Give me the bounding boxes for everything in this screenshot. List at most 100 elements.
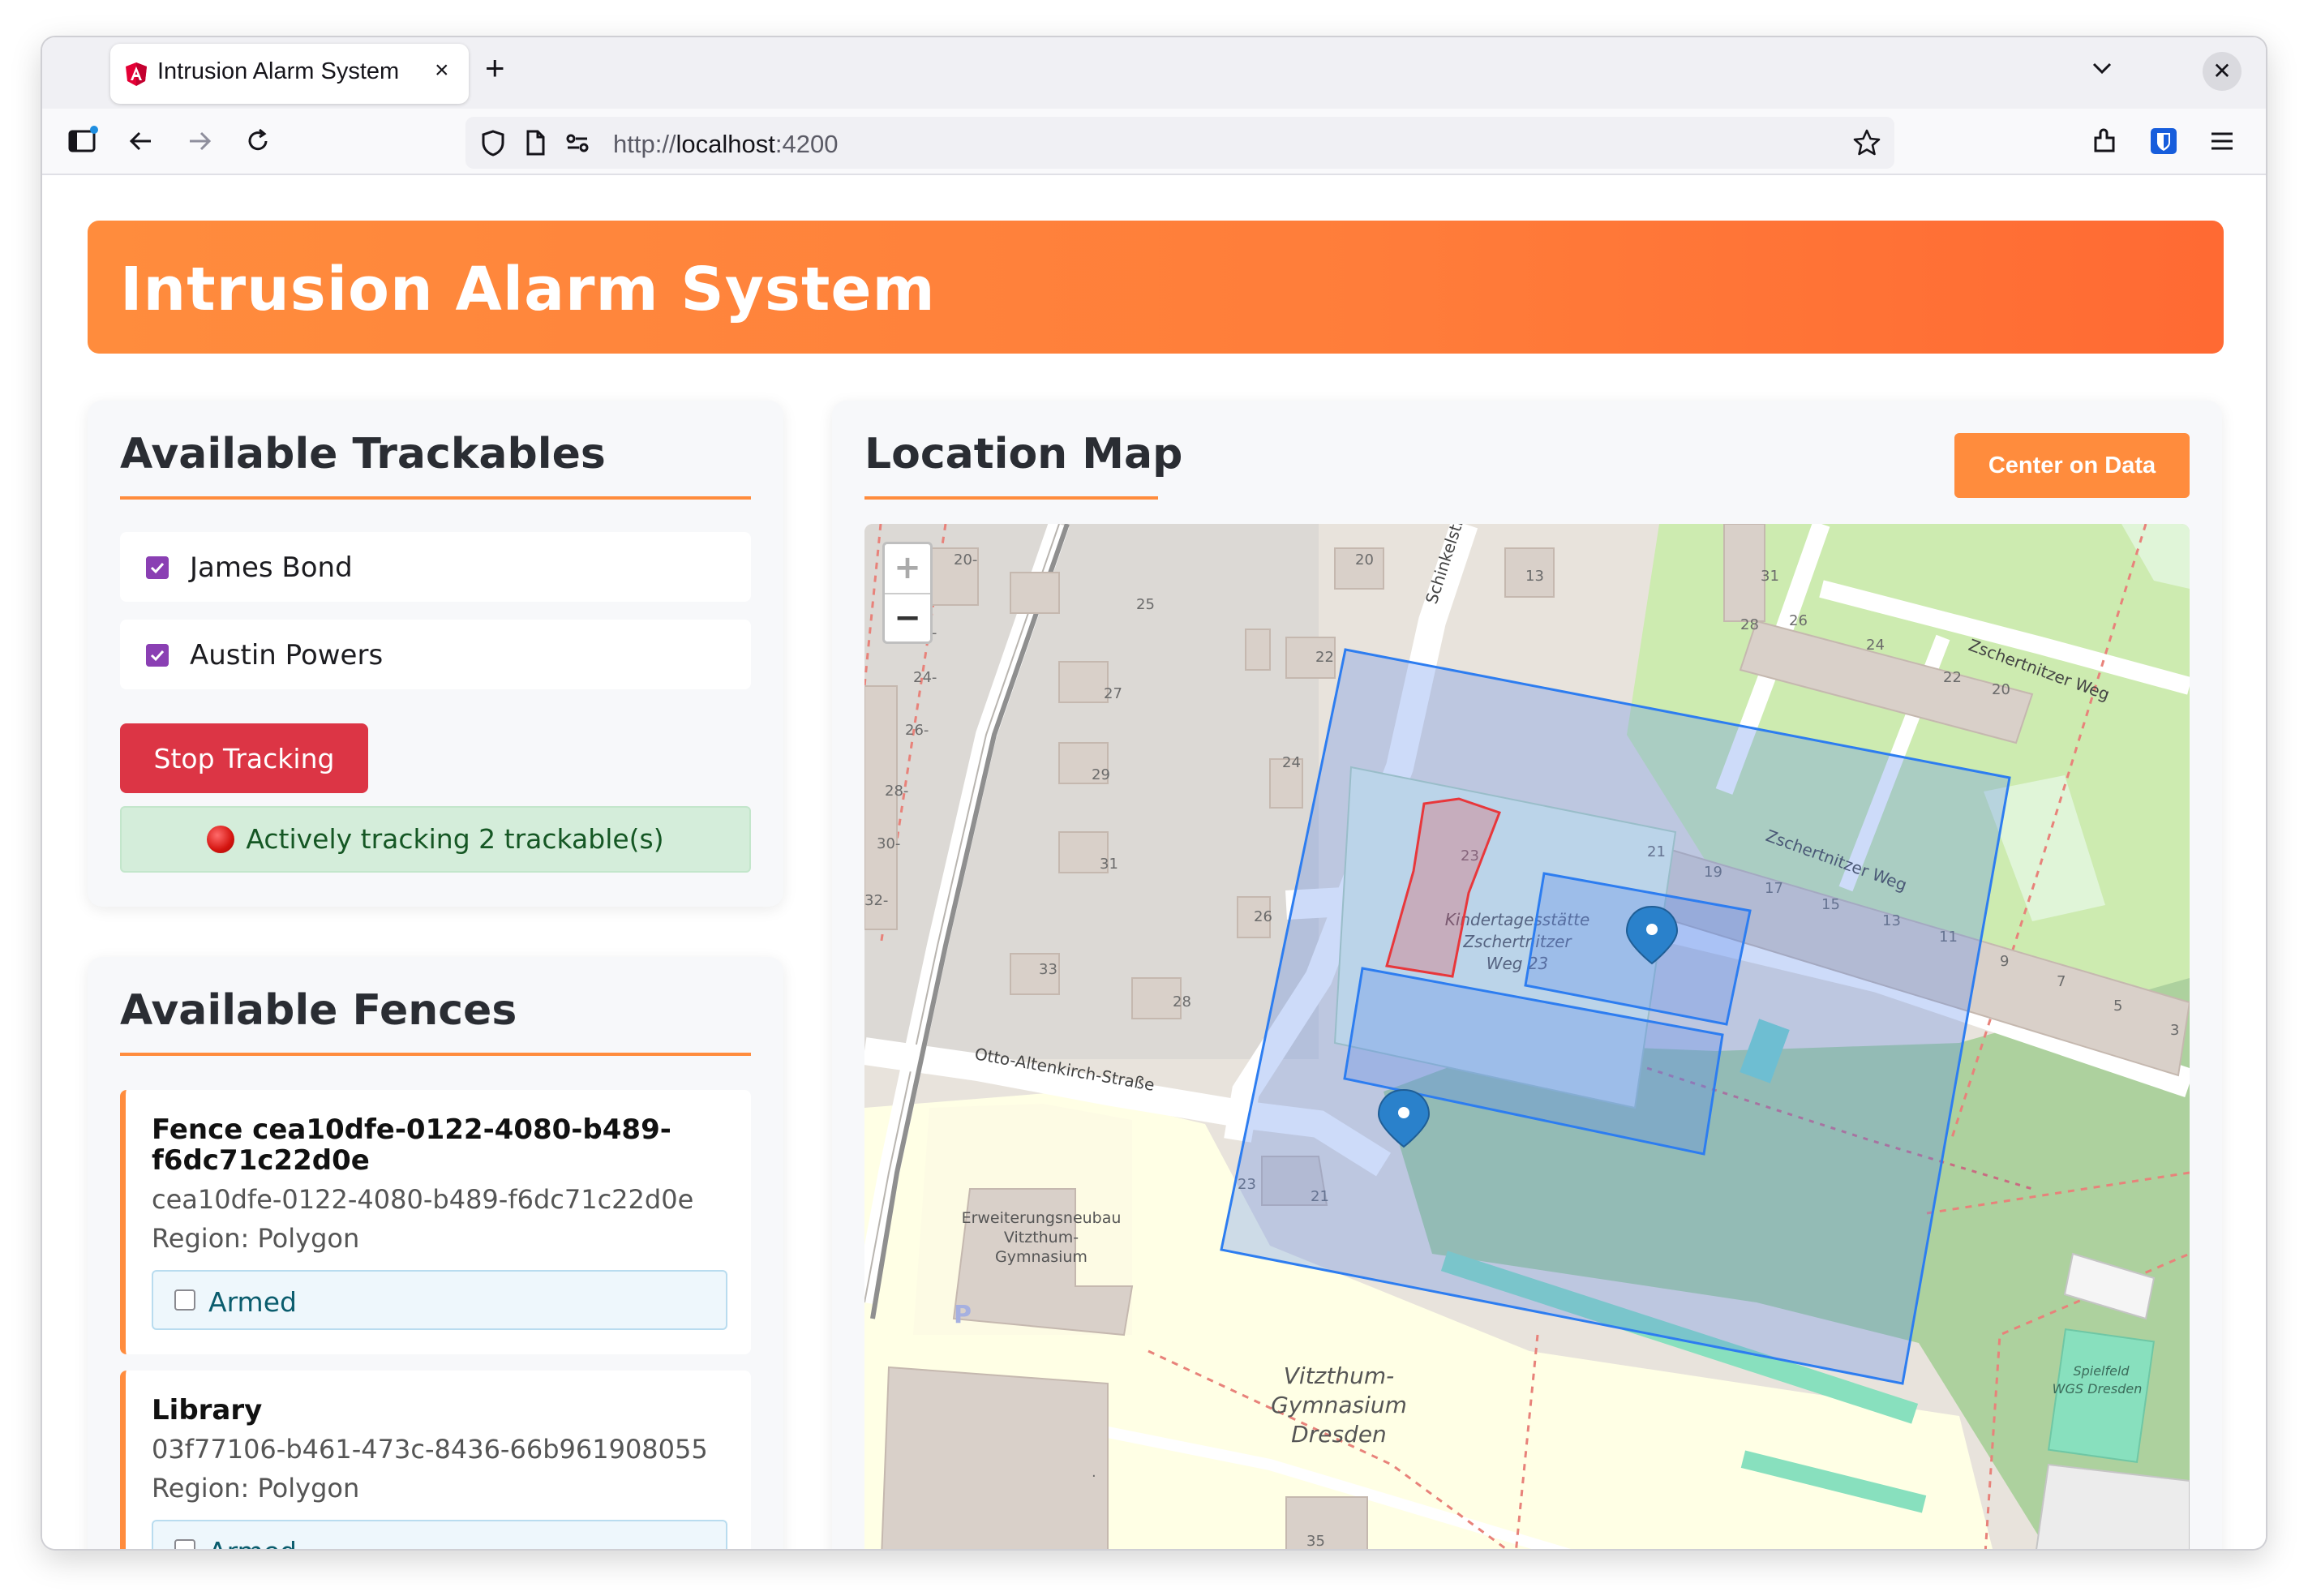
svg-text:33: 33 — [1039, 961, 1057, 978]
fence-id: cea10dfe-0122-4080-b489-f6dc71c22d0e — [152, 1184, 694, 1215]
zoom-control: + − — [882, 542, 933, 644]
map-tiles[interactable]: 20-22-24- 26-28-30- 32-2527 293133 28262… — [864, 524, 2190, 1549]
svg-text:31: 31 — [1100, 856, 1118, 873]
annex-label-1: Erweiterungsneubau — [962, 1209, 1122, 1227]
armed-label: Armed — [208, 1286, 297, 1318]
trackables-title: Available Trackables — [120, 430, 606, 478]
page-icon — [526, 130, 545, 156]
location-map[interactable]: 20-22-24- 26-28-30- 32-2527 293133 28262… — [864, 524, 2190, 1549]
svg-text:26-: 26- — [905, 722, 929, 739]
field-label-2: WGS Dresden — [2053, 1381, 2143, 1396]
svg-text:·: · — [1092, 1468, 1096, 1485]
fence-region: Region: Polygon — [152, 1473, 360, 1504]
svg-text:20-: 20- — [954, 551, 977, 568]
navigation-bar: http://localhost:4200 — [42, 109, 2266, 175]
map-card: Location Map Center on Data 20- 24- 26- … — [832, 401, 2222, 1549]
fences-card: Available Fences Fence cea10dfe-0122-408… — [88, 957, 783, 1549]
checkbox-checked[interactable] — [146, 556, 169, 579]
trackable-item[interactable]: Austin Powers — [120, 620, 751, 689]
svg-text:7: 7 — [2057, 973, 2066, 990]
browser-window: Intrusion Alarm System × + ✕ http://loca… — [42, 37, 2266, 1549]
trackable-item[interactable]: James Bond — [120, 532, 751, 602]
back-icon[interactable] — [123, 123, 159, 159]
svg-text:28: 28 — [1740, 616, 1759, 633]
svg-text:27: 27 — [1104, 685, 1122, 702]
svg-text:25: 25 — [1136, 596, 1155, 613]
school-label-2: Gymnasium — [1271, 1392, 1407, 1418]
trackables-card: Available Trackables James Bond Austin P… — [88, 401, 783, 907]
fence-id: 03f77106-b461-473c-8436-66b961908055 — [152, 1434, 708, 1465]
page-content: Intrusion Alarm System Available Trackab… — [42, 175, 2266, 1549]
svg-text:35: 35 — [1306, 1533, 1325, 1549]
url-bar[interactable]: http://localhost:4200 — [465, 117, 1894, 169]
chevron-down-icon[interactable] — [2086, 52, 2118, 84]
armed-toggle[interactable]: Armed — [152, 1270, 727, 1330]
svg-text:9: 9 — [2000, 953, 2009, 970]
svg-text:3: 3 — [2170, 1022, 2179, 1039]
zoom-in-button[interactable]: + — [885, 544, 930, 594]
bookmark-star-icon[interactable] — [1851, 127, 1883, 159]
armed-checkbox[interactable] — [174, 1539, 195, 1549]
armed-checkbox[interactable] — [174, 1289, 195, 1311]
school-label-1: Vitzthum- — [1284, 1362, 1394, 1389]
svg-text:24: 24 — [1282, 754, 1301, 771]
svg-text:28: 28 — [1173, 993, 1191, 1010]
svg-text:31: 31 — [1761, 568, 1779, 585]
permissions-icon[interactable] — [561, 127, 594, 159]
stop-tracking-button[interactable]: Stop Tracking — [120, 723, 368, 793]
fence-item[interactable]: Library 03f77106-b461-473c-8436-66b96190… — [120, 1371, 751, 1549]
fence-item[interactable]: Fence cea10dfe-0122-4080-b489-f6dc71c22d… — [120, 1090, 751, 1354]
svg-text:5: 5 — [2113, 998, 2122, 1015]
svg-text:26: 26 — [1254, 908, 1272, 925]
svg-text:24: 24 — [1866, 637, 1885, 654]
tracking-status: Actively tracking 2 trackable(s) — [120, 806, 751, 873]
reload-icon[interactable] — [240, 123, 276, 159]
annex-label-2: Vitzthum- — [1004, 1229, 1079, 1246]
svg-text:26: 26 — [1789, 612, 1808, 629]
svg-text:29: 29 — [1092, 766, 1110, 783]
svg-text:20: 20 — [1992, 681, 2010, 698]
app-title: Intrusion Alarm System — [120, 255, 936, 324]
bitwarden-icon[interactable] — [2146, 123, 2181, 159]
title-underline — [864, 496, 1158, 500]
tab-strip: Intrusion Alarm System × + ✕ — [42, 37, 2266, 109]
browser-tab[interactable]: Intrusion Alarm System × — [110, 44, 469, 104]
svg-text:22: 22 — [1943, 669, 1962, 686]
school-label-3: Dresden — [1291, 1421, 1387, 1448]
map-title: Location Map — [864, 430, 1183, 478]
new-tab-button[interactable]: + — [485, 49, 505, 88]
trackable-label: Austin Powers — [190, 639, 384, 671]
tab-close-button[interactable]: × — [435, 57, 449, 84]
center-on-data-button[interactable]: Center on Data — [1954, 433, 2190, 498]
url-text[interactable]: http://localhost:4200 — [613, 130, 838, 159]
forward-icon[interactable] — [182, 123, 217, 159]
menu-icon[interactable] — [2204, 123, 2240, 159]
shield-icon[interactable] — [477, 127, 509, 159]
sidebar-icon[interactable] — [65, 123, 101, 159]
fence-name: Library — [152, 1394, 263, 1427]
svg-text:28-: 28- — [885, 783, 908, 800]
window-close-button[interactable]: ✕ — [2203, 52, 2242, 91]
svg-text:24-: 24- — [913, 669, 937, 686]
armed-toggle[interactable]: Armed — [152, 1520, 727, 1549]
zoom-out-button[interactable]: − — [885, 594, 930, 643]
armed-label: Armed — [208, 1536, 297, 1549]
svg-text:20: 20 — [1355, 551, 1374, 568]
app-header: Intrusion Alarm System — [88, 221, 2224, 354]
angular-icon — [126, 62, 147, 86]
svg-text:22: 22 — [1315, 649, 1334, 666]
fence-region: Region: Polygon — [152, 1223, 360, 1254]
svg-text:32-: 32- — [864, 892, 888, 909]
trackable-label: James Bond — [190, 551, 353, 584]
tracking-status-text: Actively tracking 2 trackable(s) — [246, 823, 664, 855]
fence-name: Fence cea10dfe-0122-4080-b489-f6dc71c22d… — [152, 1113, 671, 1177]
fences-title: Available Fences — [120, 986, 517, 1035]
tab-title: Intrusion Alarm System — [157, 58, 400, 84]
svg-text:30-: 30- — [877, 835, 900, 852]
parking-label: P — [954, 1301, 972, 1329]
checkbox-checked[interactable] — [146, 644, 169, 667]
title-underline — [120, 1053, 751, 1056]
field-label-1: Spielfeld — [2073, 1363, 2130, 1379]
svg-text:13: 13 — [1525, 568, 1544, 585]
extensions-icon[interactable] — [2087, 123, 2123, 159]
